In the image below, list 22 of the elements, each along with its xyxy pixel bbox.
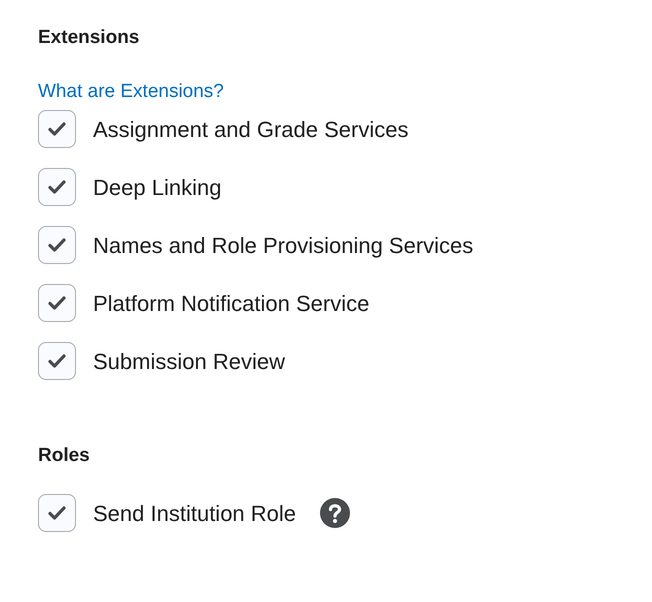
checkbox[interactable]	[38, 226, 76, 264]
checkbox[interactable]	[38, 110, 76, 148]
checkbox-label: Deep Linking	[93, 174, 222, 202]
section-heading: Extensions	[38, 26, 140, 50]
checkbox-label: Assignment and Grade Services	[93, 116, 408, 144]
checkbox-label: Names and Role Provisioning Services	[93, 232, 474, 260]
check-icon	[48, 506, 66, 520]
section-heading: Roles	[38, 444, 90, 468]
check-icon	[48, 122, 66, 136]
checkbox-label: Send Institution Role	[93, 500, 296, 528]
check-icon	[48, 238, 66, 252]
check-icon	[48, 296, 66, 310]
checkbox[interactable]	[38, 168, 76, 206]
checkbox-label: Submission Review	[93, 348, 285, 376]
check-icon	[48, 354, 66, 368]
checkbox[interactable]	[38, 342, 76, 380]
checkbox[interactable]	[38, 494, 76, 532]
help-link[interactable]: What are Extensions?	[38, 80, 224, 104]
checkbox-label: Platform Notification Service	[93, 290, 370, 318]
check-icon	[48, 180, 66, 194]
help-icon[interactable]	[320, 498, 350, 528]
checkbox[interactable]	[38, 284, 76, 322]
